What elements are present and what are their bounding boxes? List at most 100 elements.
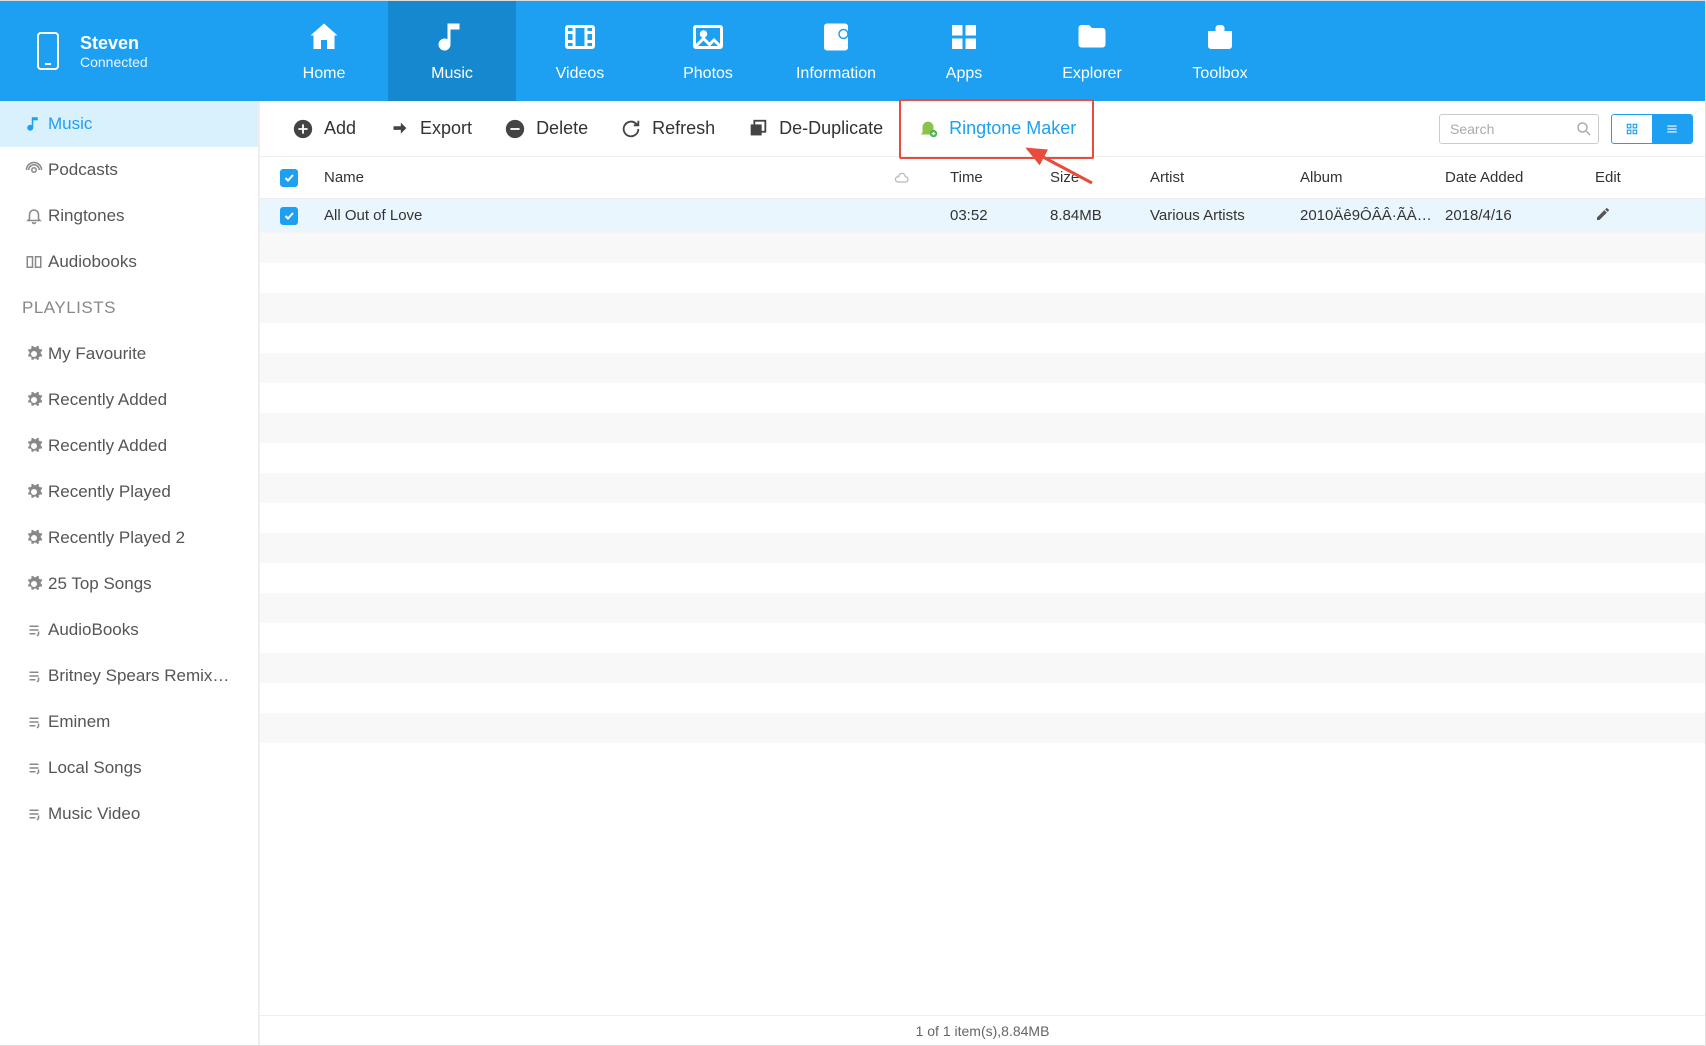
add-button[interactable]: Add	[276, 101, 372, 157]
playlist-icon	[24, 804, 44, 824]
empty-row	[260, 593, 1705, 623]
col-album[interactable]: Album	[1300, 169, 1445, 186]
sidebar-playlist-item[interactable]: AudioBooks	[0, 607, 258, 653]
cell-size: 8.84MB	[1050, 207, 1150, 224]
gear-icon	[24, 344, 44, 364]
nav-explorer[interactable]: Explorer	[1028, 1, 1156, 101]
col-time[interactable]: Time	[950, 169, 1050, 186]
sidebar-playlist-item[interactable]: Local Songs	[0, 745, 258, 791]
empty-row	[260, 683, 1705, 713]
minus-circle-icon	[504, 118, 526, 140]
empty-row	[260, 263, 1705, 293]
podcast-icon	[24, 160, 44, 180]
cell-name: All Out of Love	[320, 207, 950, 224]
gear-icon	[24, 482, 44, 502]
info-icon	[818, 19, 854, 55]
status-bar: 1 of 1 item(s),8.84MB	[260, 1015, 1705, 1045]
list-view-button[interactable]	[1652, 115, 1692, 143]
plus-circle-icon	[292, 118, 314, 140]
empty-row	[260, 383, 1705, 413]
empty-row	[260, 503, 1705, 533]
nav-apps[interactable]: Apps	[900, 1, 1028, 101]
export-icon	[388, 118, 410, 140]
nav-information[interactable]: Information	[772, 1, 900, 101]
row-checkbox[interactable]	[280, 207, 320, 225]
col-name[interactable]: Name	[320, 169, 950, 186]
nav-photos[interactable]: Photos	[644, 1, 772, 101]
playlist-icon	[24, 758, 44, 778]
nav-home[interactable]: Home	[260, 1, 388, 101]
playlist-icon	[24, 666, 44, 686]
sidebar-item-ringtones[interactable]: Ringtones	[0, 193, 258, 239]
sidebar-playlist-item[interactable]: Music Video	[0, 791, 258, 837]
ringtone-maker-button[interactable]: Ringtone Maker	[901, 101, 1092, 157]
cell-album: 2010Äê9ÔÂÂ·ÃÀD…	[1300, 207, 1445, 224]
sidebar-playlist-item[interactable]: Recently Played	[0, 469, 258, 515]
export-button[interactable]: Export	[372, 101, 488, 157]
cell-edit[interactable]	[1595, 206, 1705, 226]
deduplicate-button[interactable]: De-Duplicate	[731, 101, 899, 157]
ringtone-maker-icon	[917, 118, 939, 140]
table-body: All Out of Love 03:52 8.84MB Various Art…	[260, 199, 1705, 1015]
bell-icon	[24, 206, 44, 226]
sidebar-playlist-item[interactable]: Recently Added	[0, 377, 258, 423]
empty-row	[260, 353, 1705, 383]
device-name: Steven	[80, 33, 148, 54]
nav-toolbox[interactable]: Toolbox	[1156, 1, 1284, 101]
refresh-button[interactable]: Refresh	[604, 101, 731, 157]
sidebar-playlist-item[interactable]: Britney Spears Remix…	[0, 653, 258, 699]
cell-date: 2018/4/16	[1445, 207, 1595, 224]
playlist-icon	[24, 620, 44, 640]
cell-artist: Various Artists	[1150, 207, 1300, 224]
nav: Home Music Videos Photos Information App…	[260, 1, 1284, 101]
pencil-icon	[1595, 206, 1611, 222]
grid-icon	[1623, 122, 1641, 136]
refresh-icon	[620, 118, 642, 140]
sidebar-playlist-item[interactable]: 25 Top Songs	[0, 561, 258, 607]
home-icon	[306, 19, 342, 55]
cloud-icon	[894, 172, 910, 184]
gear-icon	[24, 528, 44, 548]
gear-icon	[24, 390, 44, 410]
list-icon	[1663, 122, 1681, 136]
empty-row	[260, 713, 1705, 743]
gear-icon	[24, 574, 44, 594]
table-row[interactable]: All Out of Love 03:52 8.84MB Various Art…	[260, 199, 1705, 233]
sidebar: Music Podcasts Ringtones Audiobooks PLAY…	[0, 101, 260, 1045]
device-panel[interactable]: Steven Connected	[0, 1, 260, 101]
playlist-icon	[24, 712, 44, 732]
music-note-icon	[24, 114, 44, 134]
empty-row	[260, 653, 1705, 683]
sidebar-item-podcasts[interactable]: Podcasts	[0, 147, 258, 193]
sidebar-item-music[interactable]: Music	[0, 101, 258, 147]
col-edit[interactable]: Edit	[1595, 169, 1705, 186]
nav-videos[interactable]: Videos	[516, 1, 644, 101]
table-header: Name Time Size Artist Album Date Added E…	[260, 157, 1705, 199]
grid-view-button[interactable]	[1612, 115, 1652, 143]
photo-icon	[690, 19, 726, 55]
toolbar: Add Export Delete Refresh De-Duplicate	[260, 101, 1705, 157]
search-wrap	[1439, 114, 1599, 144]
col-date[interactable]: Date Added	[1445, 169, 1595, 186]
top-bar: Steven Connected Home Music Videos Photo…	[0, 1, 1705, 101]
header-checkbox[interactable]	[280, 169, 320, 187]
nav-music[interactable]: Music	[388, 1, 516, 101]
folder-icon	[1074, 19, 1110, 55]
sidebar-playlist-item[interactable]: Eminem	[0, 699, 258, 745]
apps-icon	[946, 19, 982, 55]
toolbox-icon	[1202, 19, 1238, 55]
empty-row	[260, 413, 1705, 443]
col-artist[interactable]: Artist	[1150, 169, 1300, 186]
empty-row	[260, 233, 1705, 263]
device-status: Connected	[80, 54, 148, 70]
sidebar-item-audiobooks[interactable]: Audiobooks	[0, 239, 258, 285]
sidebar-playlist-item[interactable]: Recently Added	[0, 423, 258, 469]
search-icon	[1575, 120, 1593, 138]
phone-icon	[36, 31, 60, 71]
sidebar-playlist-item[interactable]: My Favourite	[0, 331, 258, 377]
sidebar-playlist-item[interactable]: Recently Played 2	[0, 515, 258, 561]
empty-row	[260, 443, 1705, 473]
col-size[interactable]: Size	[1050, 169, 1150, 186]
sidebar-header-playlists: PLAYLISTS	[0, 285, 258, 331]
delete-button[interactable]: Delete	[488, 101, 604, 157]
